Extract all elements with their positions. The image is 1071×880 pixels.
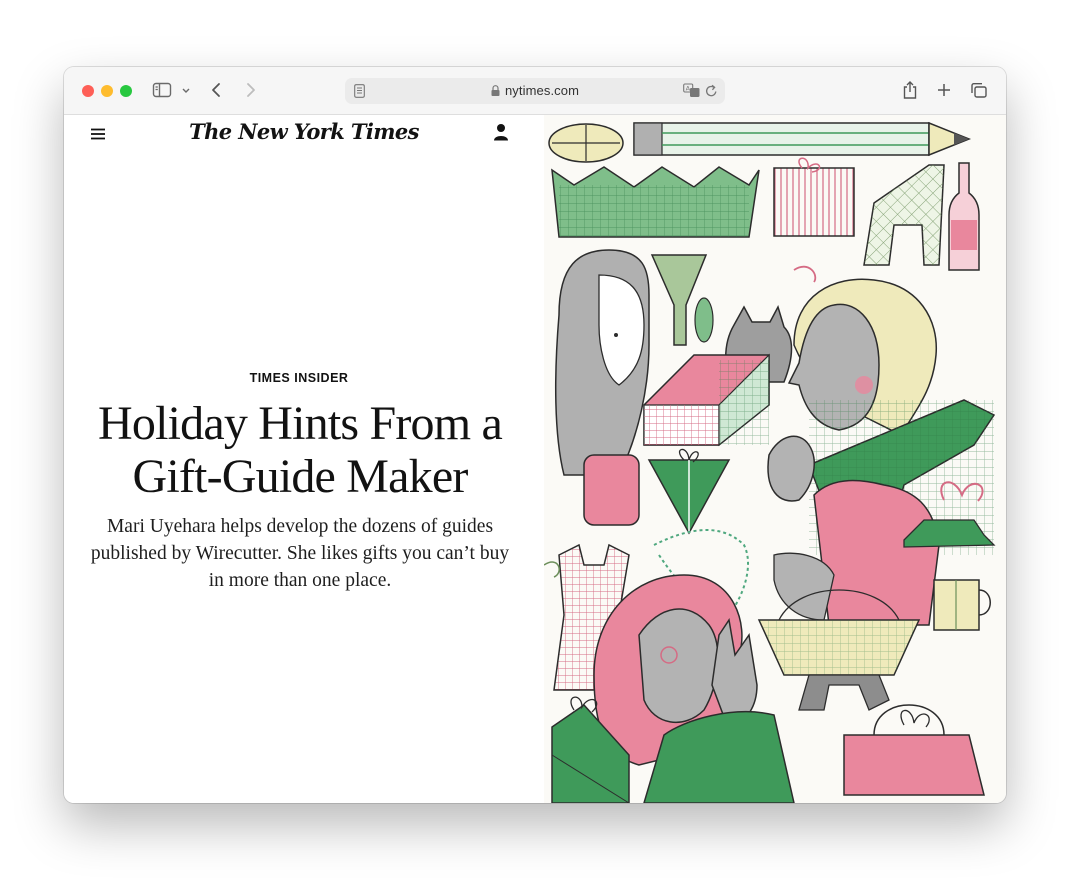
tab-overview-icon[interactable]	[970, 79, 988, 101]
man-lower-arm	[773, 552, 835, 621]
browser-toolbar: nytimes.com A	[64, 67, 1006, 115]
share-icon[interactable]	[902, 79, 918, 101]
minimize-window-button[interactable]	[101, 85, 113, 97]
account-user-icon[interactable]	[493, 123, 509, 146]
url-display: nytimes.com	[345, 83, 725, 99]
url-text: nytimes.com	[504, 83, 580, 98]
holiday-gift-illustration	[543, 115, 1006, 803]
close-window-button[interactable]	[82, 85, 94, 97]
article-summary: Mari Uyehara helps develop the dozens of…	[90, 516, 510, 591]
article-headline: Holiday Hints From a Gift-Guide Maker	[98, 397, 503, 503]
pink-handbag	[843, 734, 985, 796]
wine-bottle	[948, 162, 980, 271]
web-content: The New York Times TIMES INSIDER Holiday…	[64, 115, 1006, 803]
man-legs	[798, 674, 890, 711]
man-hand	[767, 435, 815, 502]
forward-arrow-icon[interactable]	[243, 79, 257, 101]
chevron-down-icon[interactable]	[181, 79, 191, 101]
woman-pink-sleeve	[583, 454, 640, 526]
section-kicker[interactable]: TIMES INSIDER	[64, 371, 534, 385]
pencil-shape	[633, 122, 930, 156]
translate-icon[interactable]: A	[683, 83, 701, 103]
man-pink-shirt	[813, 479, 940, 626]
lock-icon	[491, 84, 500, 99]
address-bar[interactable]: nytimes.com A	[345, 78, 725, 104]
woman-gray-face	[638, 608, 719, 724]
svg-text:A: A	[686, 85, 691, 93]
illustration-svg	[543, 121, 996, 803]
pink-striped-gift	[773, 167, 855, 237]
new-tab-plus-icon[interactable]	[936, 79, 952, 101]
back-arrow-icon[interactable]	[210, 79, 224, 101]
sidebar-toggle-icon[interactable]	[152, 79, 172, 101]
article-header-panel: The New York Times TIMES INSIDER Holiday…	[64, 115, 544, 803]
reload-icon[interactable]	[705, 84, 718, 103]
browser-window: nytimes.com A The New York Times TIMES I…	[64, 67, 1006, 803]
zoom-window-button[interactable]	[120, 85, 132, 97]
nyt-masthead-logo[interactable]: The New York Times	[64, 119, 544, 144]
